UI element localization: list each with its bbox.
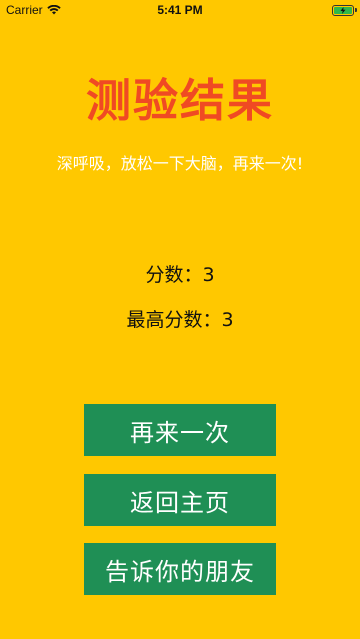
- page-title: 测验结果: [85, 74, 274, 127]
- back-home-button[interactable]: 返回主页: [84, 474, 276, 526]
- encouragement-text: 深呼吸，放松一下大脑，再来一次!: [56, 154, 304, 173]
- status-bar: Carrier 5:41 PM: [0, 0, 360, 20]
- high-score-row: 最高分数：3: [0, 305, 360, 332]
- battery-charging-icon: [332, 4, 357, 16]
- share-with-friends-button[interactable]: 告诉你的朋友: [84, 543, 276, 595]
- status-time: 5:41 PM: [157, 3, 203, 17]
- charging-bolt-icon: [340, 6, 346, 14]
- high-score-value: 3: [221, 309, 234, 331]
- score-row: 分数：3: [0, 260, 360, 287]
- high-score-label: 最高分数：: [126, 309, 222, 331]
- retry-button[interactable]: 再来一次: [84, 404, 276, 456]
- score-label: 分数：: [145, 264, 203, 286]
- score-value: 3: [202, 264, 215, 286]
- battery-level: [334, 6, 352, 14]
